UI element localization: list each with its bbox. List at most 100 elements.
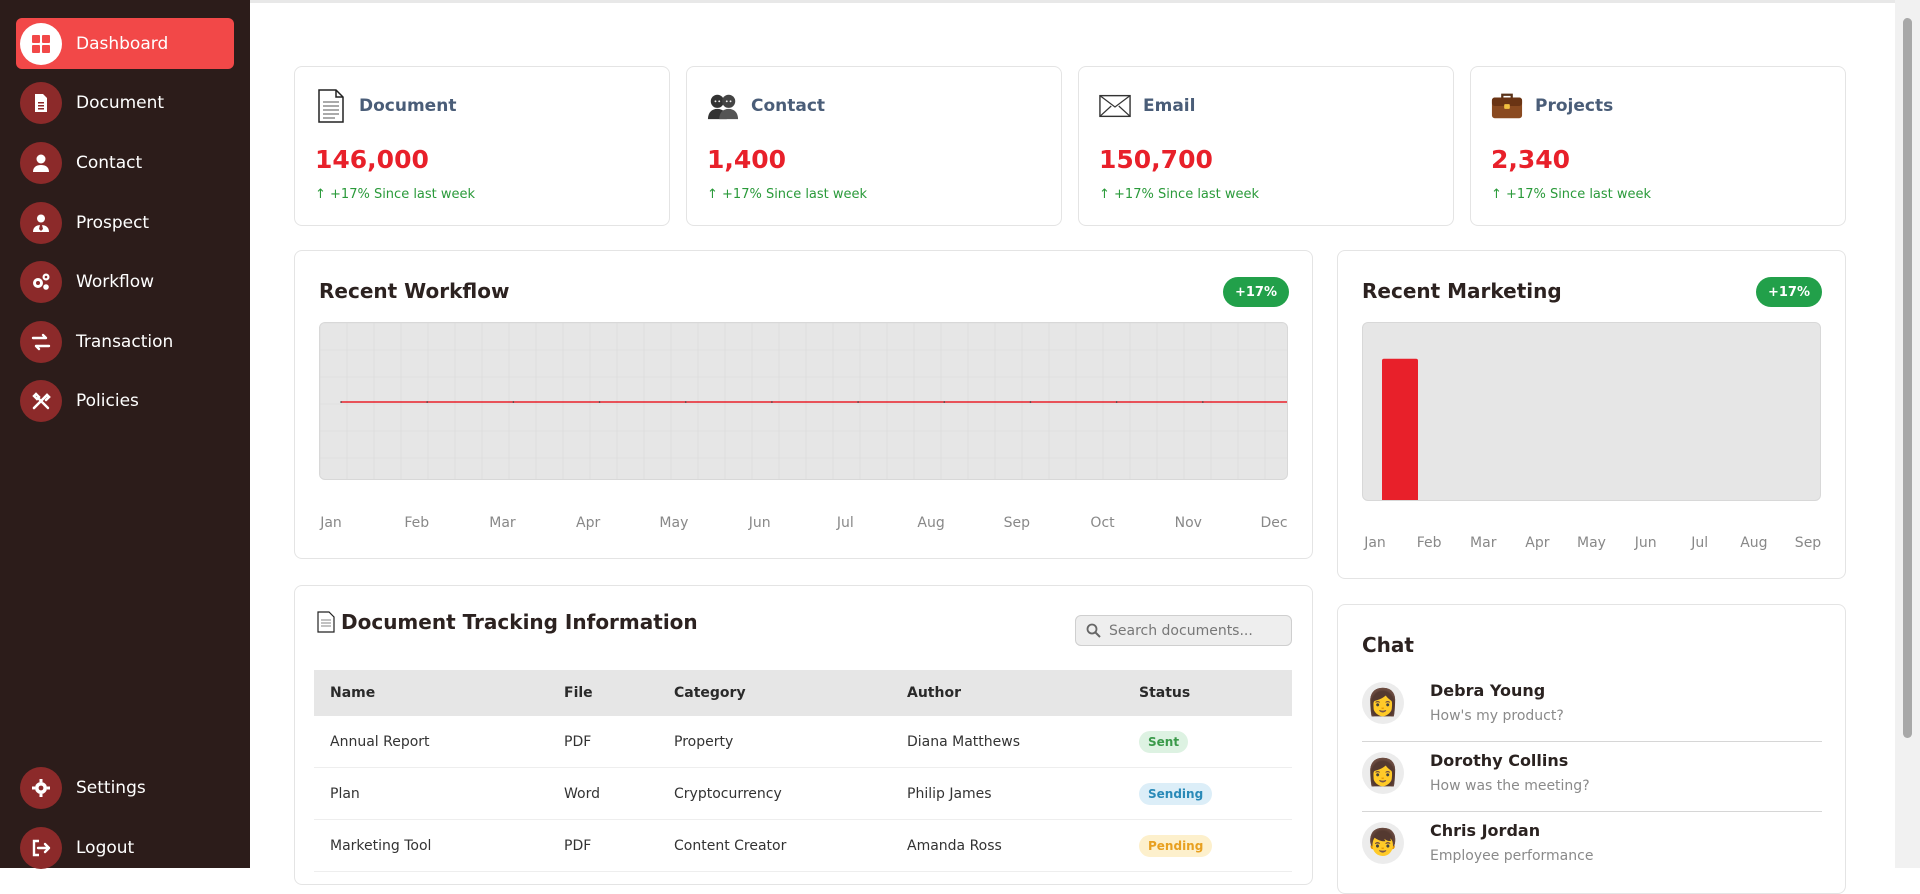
stat-value: 1,400 xyxy=(707,145,787,174)
table-header: Name File Category Author Status xyxy=(314,670,1292,716)
cell-author: Amanda Ross xyxy=(907,837,1002,854)
sidebar-item-logout[interactable]: Logout xyxy=(16,822,234,873)
table-row[interactable]: Annual Report PDF Property Diana Matthew… xyxy=(314,716,1292,768)
x-tick-label: Jan xyxy=(1364,535,1386,551)
sidebar-item-transaction[interactable]: Transaction xyxy=(16,316,234,367)
page-scrollbar[interactable] xyxy=(1895,0,1920,868)
sidebar-item-label: Dashboard xyxy=(76,33,169,54)
workflow-line-chart xyxy=(320,323,1287,479)
stat-card-projects: Projects 2,340 ↑ +17% Since last week xyxy=(1470,66,1846,226)
sidebar-item-label: Contact xyxy=(76,152,143,173)
card-title: Document Tracking Information xyxy=(341,610,698,634)
briefcase-icon xyxy=(1491,89,1523,123)
stat-title: Email xyxy=(1143,96,1196,116)
marketing-plot-area xyxy=(1362,322,1821,501)
data-point xyxy=(598,401,601,403)
data-point xyxy=(684,401,687,403)
growth-badge: +17% xyxy=(1222,277,1289,307)
cell-author: Philip James xyxy=(907,785,992,802)
sidebar-item-workflow[interactable]: Workflow xyxy=(16,256,234,307)
chat-item[interactable]: 👦 Chris Jordan Employee performance xyxy=(1362,812,1822,882)
card-title: Recent Workflow xyxy=(319,279,510,303)
cell-category: Cryptocurrency xyxy=(674,785,782,802)
cell-category: Content Creator xyxy=(674,837,787,854)
data-point xyxy=(771,401,773,403)
chat-item[interactable]: 👩 Dorothy Collins How was the meeting? xyxy=(1362,742,1822,812)
sidebar-item-prospect[interactable]: Prospect xyxy=(16,197,234,248)
gears-icon xyxy=(20,260,62,303)
sidebar-item-policies[interactable]: Policies xyxy=(16,375,234,426)
sidebar-item-dashboard[interactable]: Dashboard xyxy=(16,18,234,69)
stat-card-email: Email 150,700 ↑ +17% Since last week xyxy=(1078,66,1454,226)
x-tick-label: Oct xyxy=(1090,515,1115,531)
growth-badge: +17% xyxy=(1755,277,1822,307)
cell-file: PDF xyxy=(564,733,592,750)
stat-trend: ↑ +17% Since last week xyxy=(315,187,476,202)
search-input[interactable] xyxy=(1109,622,1279,639)
status-badge: Pending xyxy=(1139,834,1213,857)
cell-name: Plan xyxy=(330,785,360,802)
logout-icon xyxy=(20,826,62,869)
stat-card-contact: Contact 1,400 ↑ +17% Since last week xyxy=(686,66,1062,226)
tools-icon xyxy=(20,379,62,422)
column-header-category[interactable]: Category xyxy=(674,685,746,701)
stat-trend: ↑ +17% Since last week xyxy=(707,187,868,202)
x-tick-label: Nov xyxy=(1174,515,1202,531)
search-icon xyxy=(1086,623,1101,638)
chat-name: Chris Jordan xyxy=(1430,821,1541,840)
stat-value: 2,340 xyxy=(1491,145,1571,174)
sidebar-item-label: Transaction xyxy=(76,331,174,352)
user-icon xyxy=(20,141,62,184)
search-box[interactable] xyxy=(1075,615,1292,646)
document-icon xyxy=(315,89,347,123)
column-header-file[interactable]: File xyxy=(564,685,593,701)
avatar: 👦 xyxy=(1362,822,1404,864)
avatar: 👩 xyxy=(1362,752,1404,794)
column-header-author[interactable]: Author xyxy=(907,685,961,701)
marketing-bar-chart xyxy=(1382,358,1418,500)
x-tick-label: Mar xyxy=(1470,535,1497,551)
exchange-icon xyxy=(20,320,62,363)
avatar: 👩 xyxy=(1362,682,1404,724)
stat-title: Contact xyxy=(751,96,826,116)
x-tick-label: Sep xyxy=(1794,535,1822,551)
card-title: Chat xyxy=(1362,633,1414,657)
cell-category: Property xyxy=(674,733,734,750)
data-point xyxy=(1202,401,1204,403)
cell-name: Marketing Tool xyxy=(330,837,432,854)
chat-message: How was the meeting? xyxy=(1430,778,1590,794)
scrollbar-thumb[interactable] xyxy=(1903,18,1912,738)
data-point xyxy=(512,401,515,403)
table-row[interactable]: Plan Word Cryptocurrency Philip James Se… xyxy=(314,768,1292,820)
sidebar: Dashboard Document Contact Prospect Work… xyxy=(0,0,250,869)
stat-trend: ↑ +17% Since last week xyxy=(1099,187,1260,202)
gear-icon xyxy=(20,766,62,809)
x-tick-label: Jun xyxy=(1634,535,1657,551)
x-tick-label: Dec xyxy=(1260,515,1288,531)
x-tick-label: Feb xyxy=(1416,535,1442,551)
x-tick-label: May xyxy=(659,515,689,531)
grid-icon xyxy=(20,22,62,65)
sidebar-item-label: Policies xyxy=(76,390,139,411)
x-tick-label: Mar xyxy=(489,515,516,531)
chat-message: How's my product? xyxy=(1430,708,1564,724)
people-icon xyxy=(707,89,739,123)
workflow-plot-area xyxy=(319,322,1288,480)
bar xyxy=(1382,358,1418,500)
sidebar-item-label: Settings xyxy=(76,777,146,798)
user-tie-icon xyxy=(20,201,62,244)
x-tick-label: Jan xyxy=(320,515,342,531)
table-row[interactable]: Marketing Tool PDF Content Creator Amand… xyxy=(314,820,1292,872)
stat-title: Projects xyxy=(1535,96,1614,116)
sidebar-item-contact[interactable]: Contact xyxy=(16,137,234,188)
stat-card-document: Document 146,000 ↑ +17% Since last week xyxy=(294,66,670,226)
chat-item[interactable]: 👩 Debra Young How's my product? xyxy=(1362,672,1822,742)
column-header-status[interactable]: Status xyxy=(1139,685,1190,701)
sidebar-item-document[interactable]: Document xyxy=(16,77,234,128)
data-point xyxy=(1029,401,1032,403)
sidebar-item-label: Prospect xyxy=(76,212,150,233)
sidebar-item-settings[interactable]: Settings xyxy=(16,762,234,813)
document-icon xyxy=(317,611,335,633)
x-tick-label: Jul xyxy=(1691,535,1709,551)
column-header-name[interactable]: Name xyxy=(330,685,375,701)
